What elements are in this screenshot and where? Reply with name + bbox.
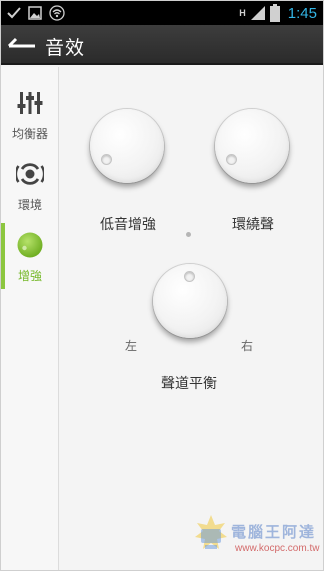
center-marker [186, 232, 191, 237]
sidebar-item-label: 環境 [17, 198, 42, 212]
sidebar-item-label: 增強 [17, 269, 42, 283]
watermark-url: www.kocpc.com.tw [235, 543, 320, 554]
network-type: H [239, 8, 246, 18]
check-icon [7, 7, 21, 19]
back-arrow-icon [7, 37, 35, 48]
watermark: 電腦王阿達 www.kocpc.com.tw [191, 513, 323, 569]
signal-icon [250, 6, 265, 20]
clock: 1:45 [287, 4, 317, 22]
image-icon [28, 6, 42, 20]
left-channel-label: 左 [125, 339, 138, 353]
action-bar: 音效 [1, 25, 323, 65]
right-channel-label: 右 [241, 339, 254, 353]
battery-icon [269, 4, 280, 22]
page-title: 音效 [45, 37, 86, 59]
surround-knob-group [215, 109, 295, 189]
sidebar: 均衡器 環境 增強 [1, 67, 59, 570]
channel-balance-knob[interactable] [153, 264, 227, 338]
watermark-logo-icon [195, 515, 227, 549]
equalizer-icon [17, 92, 43, 114]
status-bar: H 1:45 [1, 1, 323, 25]
surround-label: 環繞聲 [232, 217, 274, 233]
back-button[interactable] [5, 31, 39, 59]
knob-indicator [226, 154, 237, 165]
surround-icon [16, 163, 44, 185]
knob-indicator [101, 154, 112, 165]
bass-knob-group [90, 109, 170, 189]
wifi-icon [49, 5, 65, 21]
knob-indicator [184, 271, 195, 282]
bass-boost-label: 低音增強 [100, 217, 156, 233]
balance-knob-group [153, 264, 233, 344]
surround-knob[interactable] [215, 109, 289, 183]
sidebar-item-label: 均衡器 [11, 127, 48, 141]
sidebar-item-surround[interactable]: 環境 [1, 152, 59, 218]
channel-balance-label: 聲道平衡 [161, 376, 217, 392]
enhance-panel: 低音增強 環繞聲 左 右 聲道平衡 [60, 67, 323, 570]
sidebar-item-equalizer[interactable]: 均衡器 [1, 81, 59, 147]
screen: H 1:45 音效 均衡器 環境 增強 低音增強 環繞聲 左 右 聲道平衡 電腦… [0, 0, 324, 571]
sidebar-item-enhance[interactable]: 增強 [1, 223, 59, 289]
watermark-text: 電腦王阿達 [231, 523, 317, 541]
enhance-icon [17, 232, 43, 258]
bass-boost-knob[interactable] [90, 109, 164, 183]
